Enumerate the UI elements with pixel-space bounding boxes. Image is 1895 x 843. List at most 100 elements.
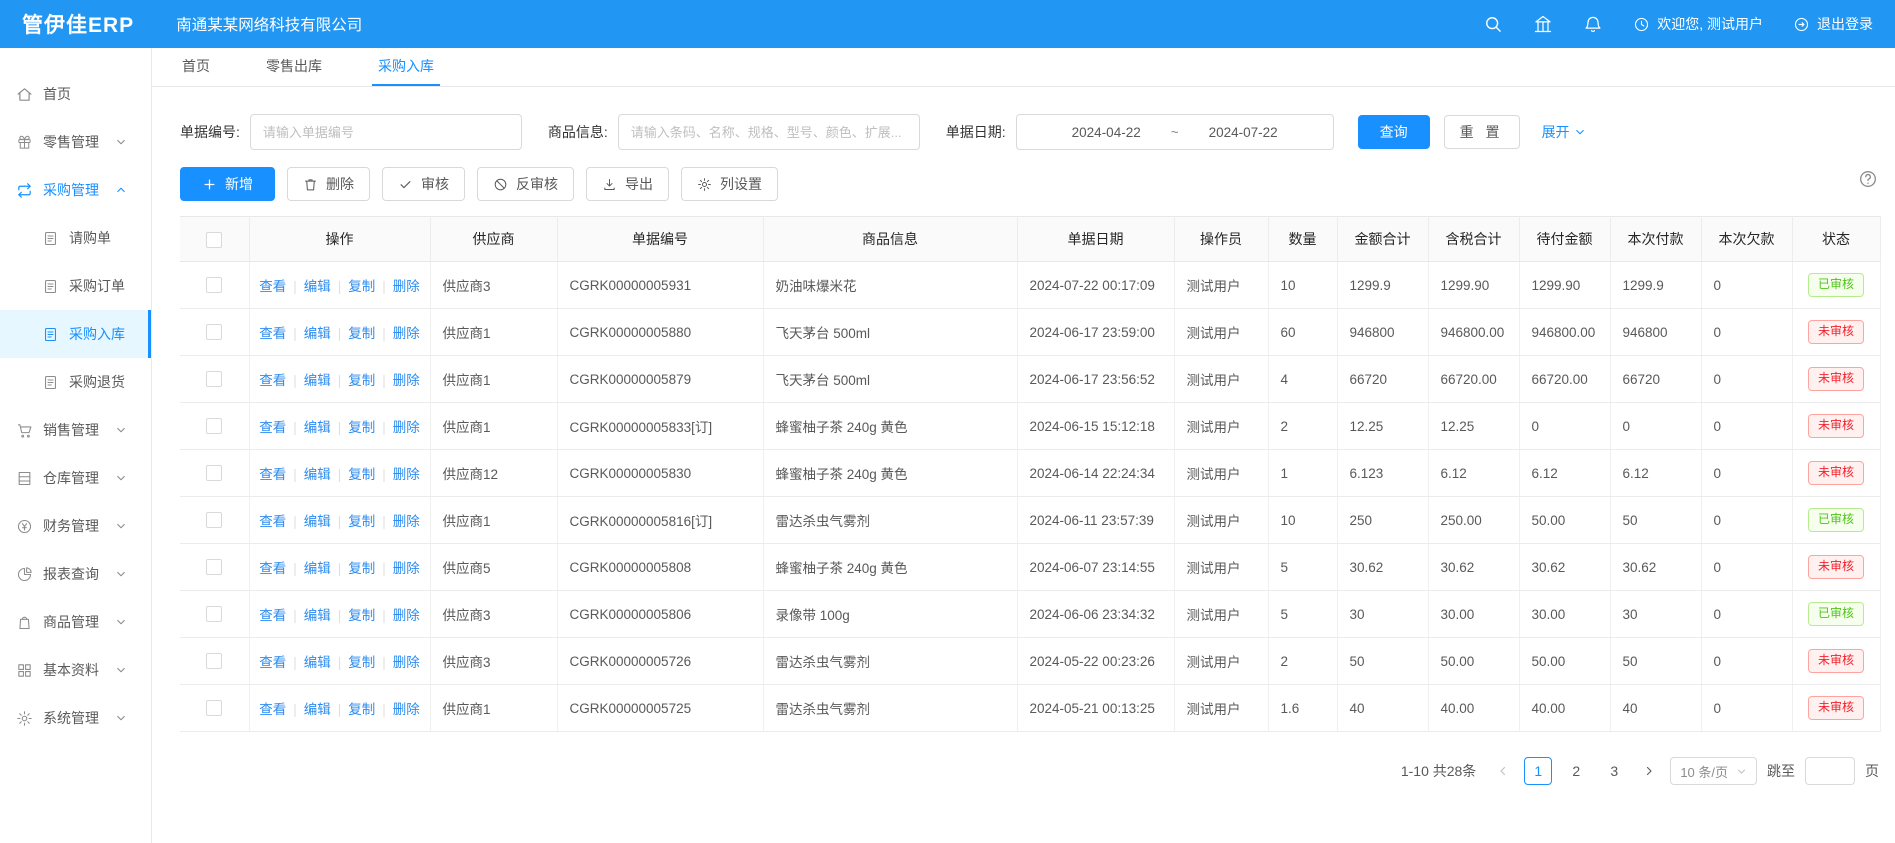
page-size-select[interactable]: 10 条/页 — [1670, 757, 1757, 785]
reset-button[interactable]: 重 置 — [1444, 115, 1520, 149]
action-view-link[interactable]: 查看 — [259, 373, 286, 388]
action-edit-link[interactable]: 编辑 — [304, 467, 331, 482]
logout-button[interactable]: 退出登录 — [1793, 14, 1873, 34]
action-delete-link[interactable]: 删除 — [393, 608, 420, 623]
action-view-link[interactable]: 查看 — [259, 655, 286, 670]
row-checkbox[interactable] — [206, 324, 222, 340]
action-edit-link[interactable]: 编辑 — [304, 326, 331, 341]
row-checkbox[interactable] — [206, 653, 222, 669]
action-copy-link[interactable]: 复制 — [348, 514, 375, 529]
action-edit-link[interactable]: 编辑 — [304, 608, 331, 623]
tab-retail-outbound[interactable]: 零售出库 — [260, 48, 328, 86]
search-icon[interactable] — [1483, 14, 1503, 34]
jump-to-input[interactable] — [1805, 757, 1855, 785]
sidebar-item-report[interactable]: 报表查询 — [0, 550, 151, 598]
action-copy-link[interactable]: 复制 — [348, 467, 375, 482]
row-checkbox[interactable] — [206, 465, 222, 481]
row-checkbox[interactable] — [206, 418, 222, 434]
sidebar-item-purchase-request[interactable]: 请购单 — [0, 214, 151, 262]
action-delete-link[interactable]: 删除 — [393, 702, 420, 717]
table-header-row: 操作供应商单据编号商品信息单据日期操作员数量金额合计含税合计待付金额本次付款本次… — [180, 217, 1880, 262]
bell-icon[interactable] — [1583, 14, 1603, 34]
date-start-value[interactable]: 2024-04-22 — [1072, 125, 1141, 140]
action-edit-link[interactable]: 编辑 — [304, 702, 331, 717]
action-copy-link[interactable]: 复制 — [348, 561, 375, 576]
action-copy-link[interactable]: 复制 — [348, 420, 375, 435]
page-number-2[interactable]: 2 — [1562, 757, 1590, 785]
date-range-picker[interactable]: 2024-04-22 ~ 2024-07-22 — [1016, 114, 1334, 150]
sidebar-item-sales[interactable]: 销售管理 — [0, 406, 151, 454]
sidebar-item-purchase-inbound[interactable]: 采购入库 — [0, 310, 151, 358]
prev-page-button[interactable] — [1492, 757, 1514, 785]
action-view-link[interactable]: 查看 — [259, 702, 286, 717]
action-view-link[interactable]: 查看 — [259, 420, 286, 435]
action-view-link[interactable]: 查看 — [259, 514, 286, 529]
tab-home[interactable]: 首页 — [176, 48, 216, 86]
order-no-input[interactable] — [250, 114, 522, 150]
action-view-link[interactable]: 查看 — [259, 467, 286, 482]
action-view-link[interactable]: 查看 — [259, 279, 286, 294]
page-number-3[interactable]: 3 — [1600, 757, 1628, 785]
sidebar-item-system[interactable]: 系统管理 — [0, 694, 151, 742]
action-edit-link[interactable]: 编辑 — [304, 655, 331, 670]
row-checkbox[interactable] — [206, 277, 222, 293]
action-delete-link[interactable]: 删除 — [393, 373, 420, 388]
action-delete-link[interactable]: 删除 — [393, 467, 420, 482]
action-copy-link[interactable]: 复制 — [348, 326, 375, 341]
cell-qty: 2 — [1268, 638, 1337, 685]
action-view-link[interactable]: 查看 — [259, 326, 286, 341]
sidebar-item-warehouse[interactable]: 仓库管理 — [0, 454, 151, 502]
cell-order-no: CGRK00000005880 — [557, 309, 763, 356]
action-delete-link[interactable]: 删除 — [393, 561, 420, 576]
welcome-user[interactable]: 欢迎您, 测试用户 — [1633, 14, 1763, 34]
sidebar-item-purchase[interactable]: 采购管理 — [0, 166, 151, 214]
action-edit-link[interactable]: 编辑 — [304, 561, 331, 576]
action-delete-link[interactable]: 删除 — [393, 279, 420, 294]
action-delete-link[interactable]: 删除 — [393, 514, 420, 529]
action-copy-link[interactable]: 复制 — [348, 373, 375, 388]
chevron-down-icon — [115, 568, 127, 580]
tab-purchase-inbound[interactable]: 采购入库 — [372, 48, 440, 86]
audit-button[interactable]: 审核 — [382, 167, 465, 201]
action-copy-link[interactable]: 复制 — [348, 702, 375, 717]
action-delete-link[interactable]: 删除 — [393, 655, 420, 670]
action-copy-link[interactable]: 复制 — [348, 608, 375, 623]
action-view-link[interactable]: 查看 — [259, 608, 286, 623]
sidebar-item-purchase-return[interactable]: 采购退货 — [0, 358, 151, 406]
row-checkbox[interactable] — [206, 700, 222, 716]
action-delete-link[interactable]: 删除 — [393, 420, 420, 435]
sidebar-item-basic[interactable]: 基本资料 — [0, 646, 151, 694]
add-button[interactable]: 新增 — [180, 167, 275, 201]
action-edit-link[interactable]: 编辑 — [304, 279, 331, 294]
action-view-link[interactable]: 查看 — [259, 561, 286, 576]
product-info-input[interactable] — [618, 114, 920, 150]
search-button[interactable]: 查询 — [1358, 115, 1430, 149]
unaudit-button[interactable]: 反审核 — [477, 167, 574, 201]
action-delete-link[interactable]: 删除 — [393, 326, 420, 341]
sidebar-item-finance[interactable]: 财务管理 — [0, 502, 151, 550]
delete-button[interactable]: 删除 — [287, 167, 370, 201]
sidebar-item-home[interactable]: 首页 — [0, 70, 151, 118]
action-edit-link[interactable]: 编辑 — [304, 514, 331, 529]
column-settings-button[interactable]: 列设置 — [681, 167, 778, 201]
sidebar-item-goods[interactable]: 商品管理 — [0, 598, 151, 646]
row-checkbox[interactable] — [206, 512, 222, 528]
bank-icon[interactable] — [1533, 14, 1553, 34]
sidebar-item-retail[interactable]: 零售管理 — [0, 118, 151, 166]
expand-toggle[interactable]: 展开 — [1542, 122, 1586, 142]
table-row: 查看|编辑|复制|删除供应商3CGRK00000005806录像带 100g20… — [180, 591, 1880, 638]
page-number-1[interactable]: 1 — [1524, 757, 1552, 785]
row-checkbox[interactable] — [206, 559, 222, 575]
next-page-button[interactable] — [1638, 757, 1660, 785]
export-button[interactable]: 导出 — [586, 167, 669, 201]
action-edit-link[interactable]: 编辑 — [304, 373, 331, 388]
sidebar-item-purchase-order[interactable]: 采购订单 — [0, 262, 151, 310]
row-checkbox[interactable] — [206, 606, 222, 622]
help-icon[interactable] — [1858, 169, 1878, 189]
select-all-checkbox[interactable] — [206, 232, 222, 248]
action-copy-link[interactable]: 复制 — [348, 279, 375, 294]
action-edit-link[interactable]: 编辑 — [304, 420, 331, 435]
date-end-value[interactable]: 2024-07-22 — [1209, 125, 1278, 140]
row-checkbox[interactable] — [206, 371, 222, 387]
action-copy-link[interactable]: 复制 — [348, 655, 375, 670]
